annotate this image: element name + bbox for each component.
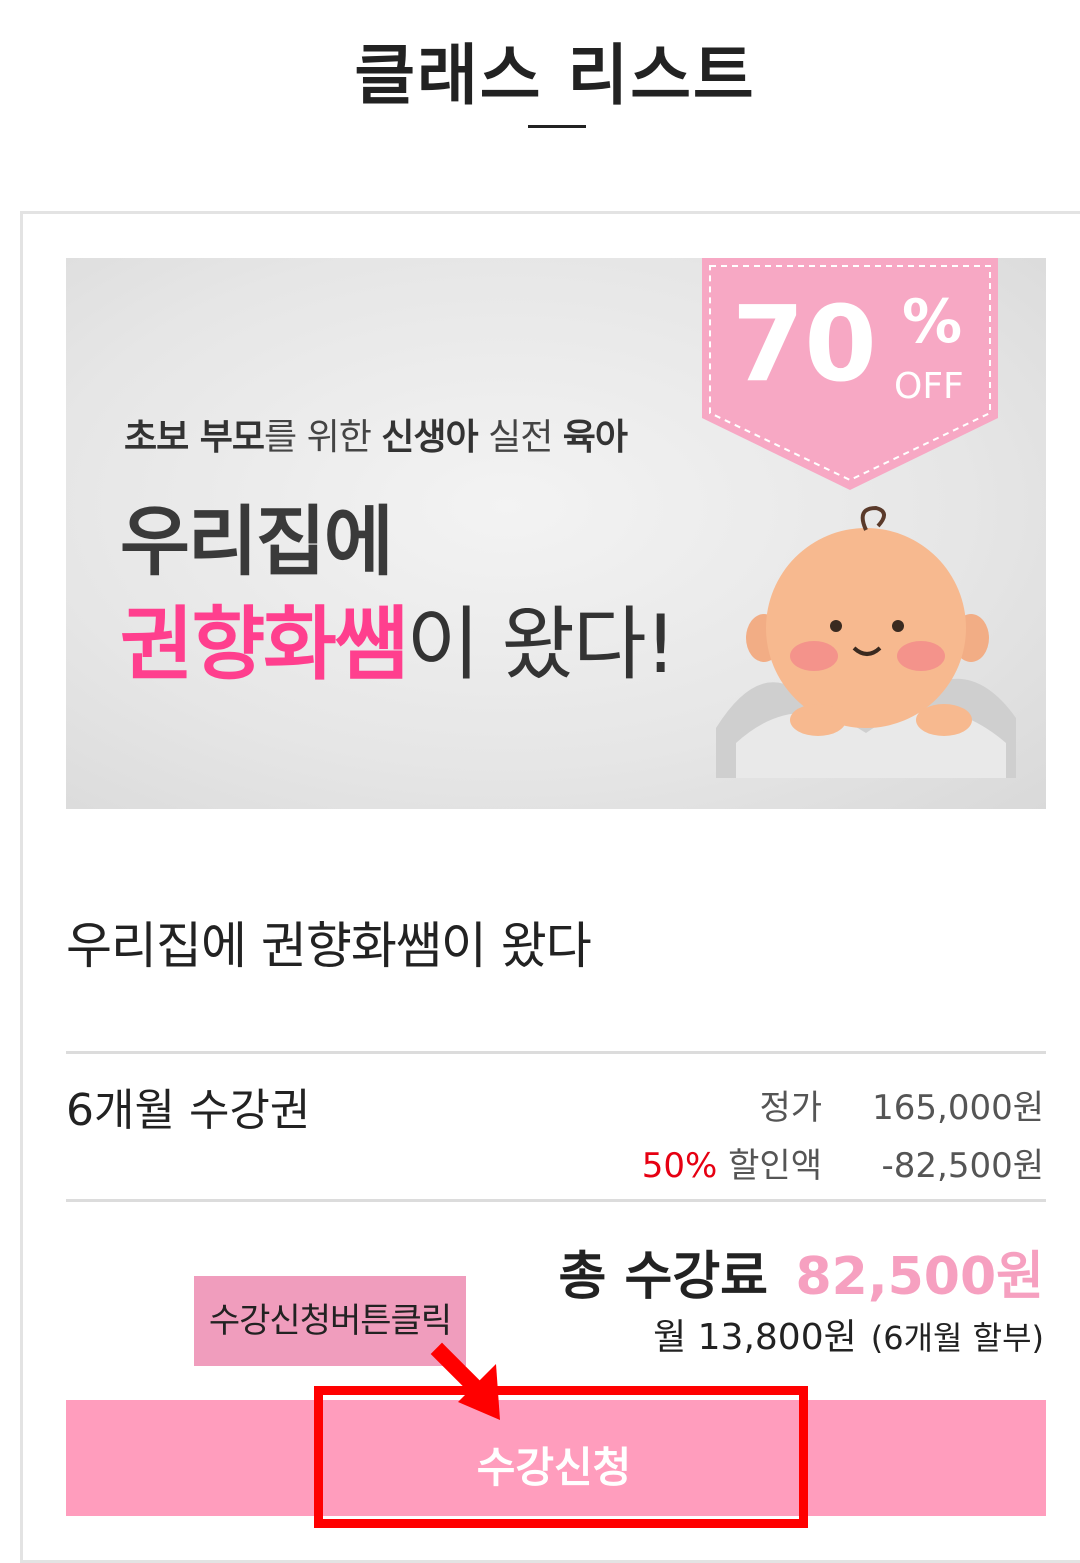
discount-label: 할인액 [728,1146,822,1186]
ticket-name: 6개월 수강권 [66,1085,311,1136]
banner-teacher-name: 권향화쌤 [120,598,408,691]
banner-headline-line1: 우리집에 [120,497,394,586]
baby-illustration [716,505,1016,778]
arrow-down-right-icon [430,1342,500,1420]
highlight-box [314,1386,808,1528]
page-title: 클래스 리스트 [354,37,756,114]
instruction-callout: 수강신청버튼클릭 [194,1276,466,1366]
divider [66,1199,1046,1202]
installment-info: (6개월 할부) [870,1319,1044,1357]
discount-ribbon: 70 % OFF [702,258,998,490]
banner-headline-line2: 권향화쌤이 왔다! [120,598,677,691]
divider [66,1051,1046,1054]
discount-off: OFF [894,366,964,407]
regular-price-value: 165,000원 [872,1088,1044,1128]
monthly-payment: 월 13,800원 (6개월 할부) [653,1308,1044,1360]
title-underline [528,125,586,128]
monthly-price: 월 13,800원 [653,1317,857,1358]
banner-subtitle: 초보 부모를 위한 신생아 실전 육아 [124,417,628,458]
class-name[interactable]: 우리집에 권향화쌤이 왔다 [66,906,592,978]
total-label: 총 수강료 [558,1247,768,1307]
regular-price-label: 정가 [759,1088,822,1128]
discount-percent: % [902,287,962,357]
discount-percent: 50% [641,1146,718,1186]
total-price-row: 총 수강료 82,500원 [540,1232,1044,1307]
discount-amount: -82,500원 [881,1146,1044,1186]
total-price: 82,500원 [795,1247,1044,1307]
class-banner-image[interactable]: 초보 부모를 위한 신생아 실전 육아 우리집에 권향화쌤이 왔다! 70 % … [66,258,1046,809]
discount-number: 70 [732,283,877,405]
